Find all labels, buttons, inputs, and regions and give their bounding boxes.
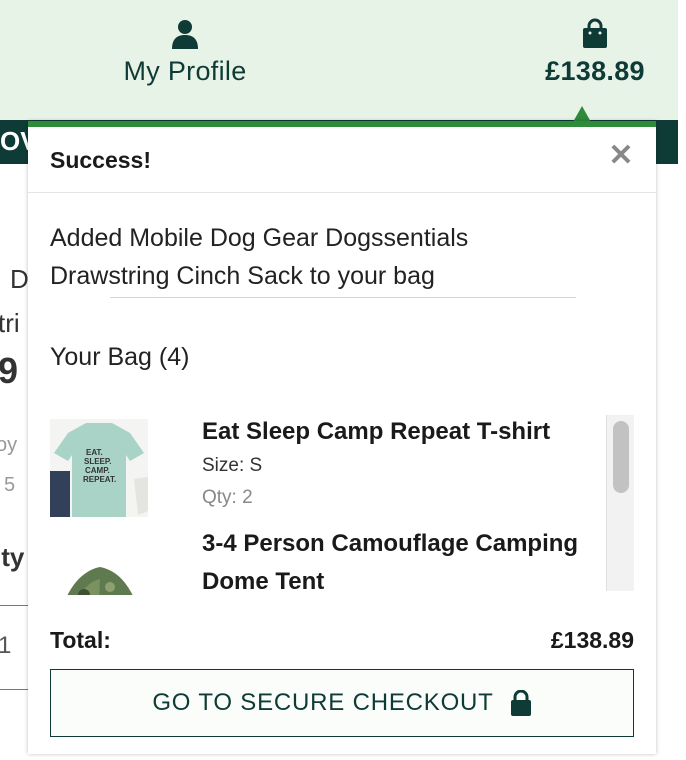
shirt-print-text: EAT. bbox=[86, 448, 103, 457]
secure-checkout-button[interactable]: GO TO SECURE CHECKOUT bbox=[50, 669, 634, 737]
total-value: £138.89 bbox=[550, 627, 634, 653]
popup-pointer bbox=[573, 106, 591, 122]
bg-text-fragment: ity bbox=[0, 542, 25, 572]
bg-text-fragment: 9 bbox=[0, 350, 19, 391]
popup-title: Success! bbox=[50, 147, 152, 173]
bg-text-fragment: D bbox=[10, 264, 29, 294]
close-icon[interactable]: ✕ bbox=[606, 141, 636, 171]
item-quantity: Qty: 2 bbox=[202, 487, 253, 508]
product-thumbnail bbox=[50, 531, 148, 595]
bag-items-list: EAT. SLEEP. CAMP. REPEAT. Eat Sleep Camp… bbox=[50, 413, 634, 595]
item-name[interactable]: Eat Sleep Camp Repeat T-shirt bbox=[202, 413, 612, 451]
divider bbox=[110, 297, 576, 298]
total-label: Total: bbox=[50, 627, 111, 653]
scrollbar-thumb[interactable] bbox=[613, 421, 629, 493]
bg-text-fragment: 5 bbox=[4, 474, 16, 496]
shirt-print-text: CAMP. bbox=[85, 466, 110, 475]
my-profile-label: My Profile bbox=[123, 56, 247, 86]
bg-text-fragment: 1 bbox=[0, 632, 12, 659]
item-size: Size: S bbox=[202, 455, 263, 476]
item-name[interactable]: 3-4 Person Camouflage Camping Dome Tent bbox=[202, 525, 612, 595]
shopping-bag-icon bbox=[583, 18, 607, 48]
add-to-bag-popup: Success! ✕ Added Mobile Dog Gear Dogssen… bbox=[28, 121, 656, 754]
shirt-print-text: SLEEP. bbox=[84, 457, 111, 466]
site-header: My Profile £138.89 bbox=[0, 0, 686, 120]
popup-header: Success! ✕ bbox=[28, 127, 656, 193]
bg-text-fragment: tri bbox=[0, 308, 20, 338]
bag-total: £138.89 bbox=[545, 56, 645, 86]
bag-link[interactable]: £138.89 bbox=[520, 18, 670, 87]
product-thumbnail: EAT. SLEEP. CAMP. REPEAT. bbox=[50, 419, 148, 517]
shirt-print-text: REPEAT. bbox=[83, 475, 116, 484]
bag-count-label: Your Bag (4) bbox=[50, 343, 190, 371]
checkout-label: GO TO SECURE CHECKOUT bbox=[152, 689, 494, 716]
items-scrollbar[interactable] bbox=[606, 415, 634, 591]
user-icon bbox=[172, 20, 198, 49]
lock-icon bbox=[510, 690, 531, 716]
added-message: Added Mobile Dog Gear Dogssentials Draws… bbox=[50, 224, 469, 290]
page-edge bbox=[678, 0, 686, 760]
bg-text-fragment: oy bbox=[0, 434, 18, 456]
my-profile-link[interactable]: My Profile bbox=[100, 18, 270, 87]
